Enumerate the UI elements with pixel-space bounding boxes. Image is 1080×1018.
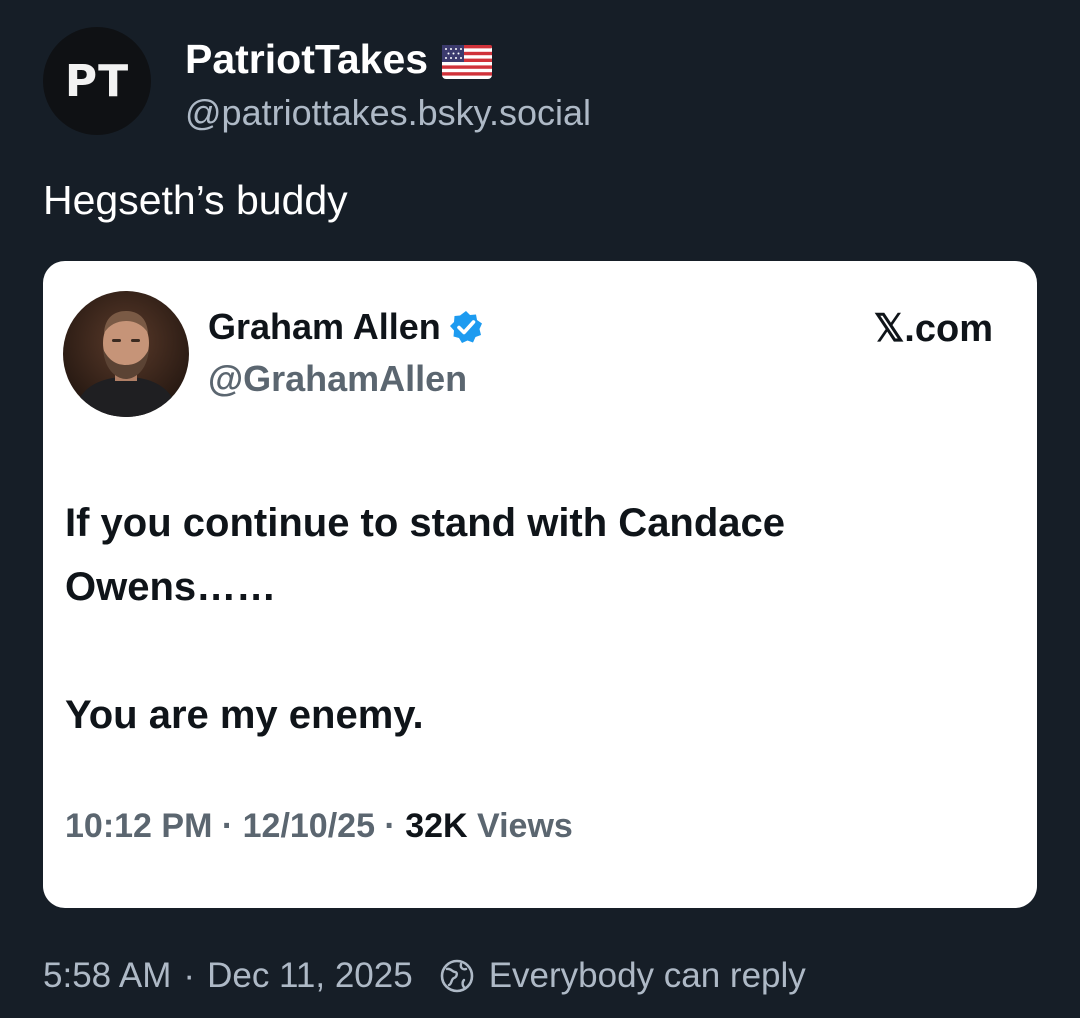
embed-date: 12/10/25: [242, 807, 375, 845]
post-footer: 5:58 AM · Dec 11, 2025 Everybody can rep…: [43, 953, 806, 999]
post-text: Hegseth’s buddy: [43, 177, 348, 223]
embed-author-name-text: Graham Allen: [208, 306, 441, 347]
embed-meta-separator: ·: [212, 807, 243, 845]
embed-meta-separator: ·: [374, 807, 406, 845]
author-display-name[interactable]: PatriotTakes: [185, 35, 493, 83]
embed-avatar: [63, 291, 189, 417]
avatar-initials: PT: [64, 55, 130, 107]
embed-body-line: Owens……: [65, 565, 277, 609]
avatar[interactable]: PT: [43, 27, 151, 135]
post-time[interactable]: 5:58 AM: [43, 953, 171, 999]
post-date[interactable]: Dec 11, 2025: [207, 953, 413, 999]
embedded-image[interactable]: Graham Allen @GrahamAllen 𝕏.com If you c…: [43, 261, 1037, 908]
us-flag-icon: [442, 45, 493, 79]
embed-meta: 10:12 PM · 12/10/25 · 32K Views: [65, 804, 573, 848]
embed-source-label: 𝕏.com: [873, 308, 993, 350]
reply-setting[interactable]: Everybody can reply: [489, 953, 806, 999]
person-photo-icon: [63, 291, 189, 417]
author-handle[interactable]: @patriottakes.bsky.social: [185, 91, 591, 135]
post-header: PT PatriotTakes @patriottakes.bsky.socia…: [43, 27, 1023, 139]
embed-author-handle: @GrahamAllen: [208, 358, 468, 399]
globe-icon: [440, 959, 473, 993]
embed-body-line: If you continue to stand with Candace: [65, 501, 786, 545]
footer-separator: ·: [183, 956, 196, 995]
author-name-text: PatriotTakes: [185, 36, 429, 82]
embed-views-label: Views: [467, 807, 573, 845]
embed-body-line: You are my enemy.: [65, 693, 424, 737]
verified-badge-icon: [449, 311, 482, 343]
embed-time: 10:12 PM: [65, 807, 213, 845]
embed-author-name: Graham Allen: [208, 305, 483, 349]
embed-views-count: 32K: [405, 807, 468, 845]
embed-body: If you continue to stand with Candace Ow…: [65, 491, 1005, 747]
